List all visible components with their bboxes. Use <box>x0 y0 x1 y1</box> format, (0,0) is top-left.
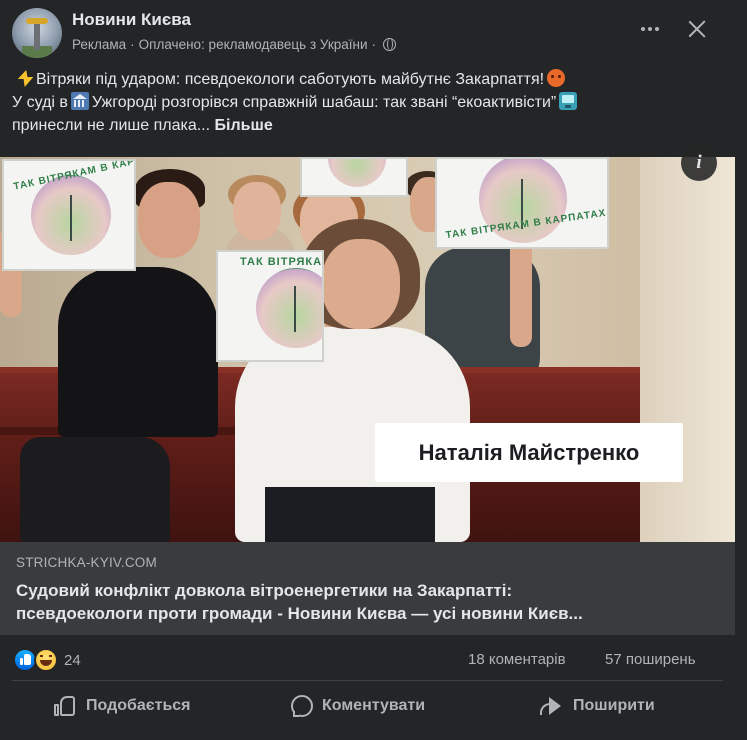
image-bag <box>20 437 170 542</box>
comment-label: Коментувати <box>322 697 426 714</box>
page-name-link[interactable]: Новини Києва <box>72 10 191 30</box>
link-title: Судовий конфлікт довкола вітроенергетики… <box>16 579 721 625</box>
bank-icon <box>70 92 89 110</box>
sign-logo <box>256 268 322 348</box>
image-caption-name: Наталія Майстренко <box>375 423 683 482</box>
image-woman-pants <box>265 487 435 542</box>
more-options-icon[interactable] <box>632 14 668 44</box>
image-arm <box>510 237 532 347</box>
facebook-post: Новини Києва Реклама · Оплачено: рекламо… <box>0 0 747 740</box>
avatar-monument <box>34 20 40 50</box>
post-image[interactable]: ТАК ВІТРЯКАМ В КАРПАТАХ ТАК ВІТРЯКАМ В К… <box>0 157 735 542</box>
see-more-link[interactable]: Більше <box>215 117 273 134</box>
protest-sign: ТАК ВІТРЯКАМ В КАРПАТАХ <box>2 159 136 271</box>
sign-turbine <box>70 195 72 241</box>
post-headline: Вітряки під ударом: псевдоекологи саботу… <box>36 71 545 88</box>
link-domain: STRICHKA-KYIV.COM <box>16 555 157 570</box>
link-title-line: псевдоекологи проти громади - Новини Киє… <box>16 604 583 623</box>
protest-sign <box>300 157 408 197</box>
television-icon <box>559 92 578 110</box>
paid-by-label[interactable]: Оплачено: рекламодавець з України <box>139 37 368 52</box>
meta-separator: · <box>371 37 377 52</box>
share-icon <box>538 695 564 717</box>
image-man-head <box>138 182 200 258</box>
protest-sign: ТАК ВІТРЯКАМ В КАРПАТАХ <box>435 157 609 249</box>
image-person-head <box>233 182 281 240</box>
angry-face-icon <box>547 69 566 87</box>
sponsored-label[interactable]: Реклама <box>72 37 126 52</box>
protest-sign: ТАК ВІТРЯКАМ <box>216 250 324 362</box>
meta-separator: · <box>130 37 135 52</box>
link-preview[interactable]: STRICHKA-KYIV.COM Судовий конфлікт довко… <box>0 542 735 635</box>
link-title-line: Судовий конфлікт довкола вітроенергетики… <box>16 581 513 600</box>
reaction-count[interactable]: 24 <box>64 652 81 669</box>
high-voltage-icon <box>15 69 33 87</box>
comment-button[interactable]: Коментувати <box>291 684 425 728</box>
post-meta: Реклама · Оплачено: рекламодавець з Укра… <box>72 37 397 52</box>
comments-count[interactable]: 18 коментарів <box>468 651 566 668</box>
post-text-fragment: Ужгороді розгорівся справжній шабаш: так… <box>91 94 557 111</box>
post-header: Новини Києва Реклама · Оплачено: рекламо… <box>0 0 747 64</box>
comment-icon <box>291 695 313 717</box>
haha-reaction-icon[interactable] <box>34 648 58 672</box>
shares-count[interactable]: 57 поширень <box>605 651 696 668</box>
post-text-line: Вітряки під ударом: псевдоекологи саботу… <box>12 68 728 91</box>
reactions-summary: 24 18 коментарів 57 поширень <box>0 640 735 678</box>
post-actions: Подобається Коментувати Поширити <box>0 684 735 728</box>
post-text: Вітряки під ударом: псевдоекологи саботу… <box>12 68 728 137</box>
post-text-line: принесли не лише плака... Більше <box>12 114 728 137</box>
share-button[interactable]: Поширити <box>538 684 655 728</box>
like-button[interactable]: Подобається <box>53 684 191 728</box>
sign-turbine <box>294 286 296 332</box>
close-icon[interactable] <box>680 12 714 46</box>
sign-logo <box>328 159 386 187</box>
actions-divider <box>12 680 723 681</box>
post-text-fragment: У суді в <box>12 94 68 111</box>
globe-icon[interactable] <box>383 38 397 51</box>
image-wall-right <box>640 157 735 542</box>
share-label: Поширити <box>573 697 655 714</box>
post-text-line: У суді в Ужгороді розгорівся справжній ша… <box>12 91 728 114</box>
page-avatar[interactable] <box>12 8 62 58</box>
avatar-monument-top <box>26 18 48 24</box>
info-icon[interactable]: i <box>681 145 717 181</box>
post-text-fragment: принесли не лише плака... <box>12 117 211 134</box>
thumbs-up-icon <box>53 695 77 717</box>
image-man <box>58 267 218 437</box>
image-woman-face <box>322 239 400 329</box>
sign-text: ТАК ВІТРЯКАМ <box>240 256 324 268</box>
like-label: Подобається <box>86 697 191 714</box>
